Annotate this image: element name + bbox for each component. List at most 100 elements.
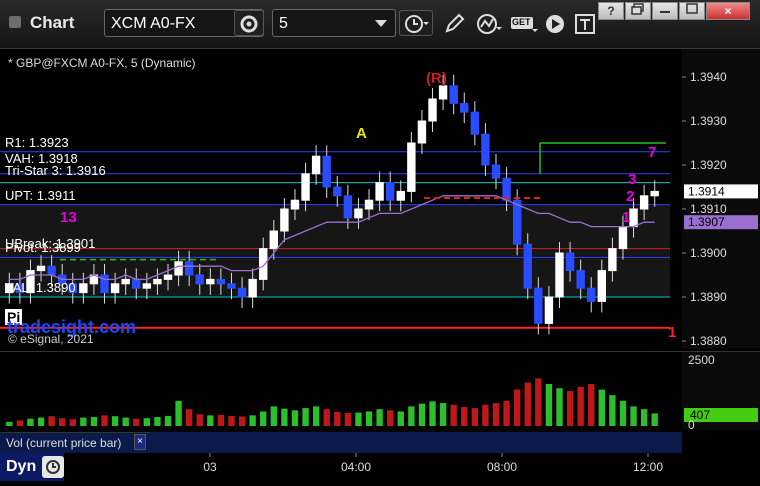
candle-body <box>481 133 490 166</box>
time-axis-label: 12:00 <box>633 460 663 474</box>
play-button[interactable] <box>540 10 568 36</box>
candle-body <box>428 98 437 122</box>
get-button[interactable]: GET <box>506 10 538 36</box>
candle-body <box>512 199 522 245</box>
candle-body <box>142 283 152 289</box>
minimize-button[interactable] <box>652 2 678 20</box>
candle-body <box>110 283 120 294</box>
minimize-icon <box>660 11 670 13</box>
candle-body <box>396 190 405 201</box>
volume-bar <box>376 409 383 426</box>
volume-bar <box>69 419 76 426</box>
maximize-button[interactable] <box>679 2 705 20</box>
volume-axis-max: 2500 <box>688 353 715 367</box>
volume-bar <box>344 413 352 426</box>
time-template-button[interactable] <box>399 10 433 36</box>
candle-body <box>333 186 342 197</box>
dynamic-mode-label: Dyn <box>6 458 37 475</box>
volume-current-tag: 407 <box>684 408 758 422</box>
volume-bar <box>397 411 404 426</box>
candle-body <box>206 278 215 285</box>
time-axis[interactable]: 03 04:00 08:00 12:00 <box>64 453 682 481</box>
candle-body <box>576 270 585 289</box>
candle-body <box>36 265 46 272</box>
volume-bar <box>27 418 34 426</box>
price-chart-pane[interactable]: (R) A 13 1 7 3 2 1 <box>0 49 683 349</box>
price-axis-label: 1.3940 <box>690 70 727 84</box>
help-button[interactable]: ? <box>598 2 624 20</box>
interval-select[interactable]: 5 <box>272 9 396 37</box>
volume-bar <box>566 391 574 426</box>
volume-bar <box>122 417 129 426</box>
time-axis-label: 03 <box>203 460 217 474</box>
volume-bar <box>450 404 457 426</box>
chart-scrollbar[interactable] <box>150 432 682 452</box>
candle-body <box>132 278 141 289</box>
gear-icon <box>240 15 258 33</box>
volume-bar <box>228 415 235 426</box>
candle-body <box>195 274 204 285</box>
candle-body <box>174 261 183 276</box>
volume-bar <box>16 420 24 426</box>
restore-icon <box>631 3 644 15</box>
close-study-button[interactable]: × <box>134 434 146 450</box>
chevron-down-icon[interactable] <box>375 20 387 27</box>
price-axis-label: 1.3890 <box>690 290 727 304</box>
candle-body <box>407 142 416 192</box>
time-axis-label: 04:00 <box>341 460 371 474</box>
candle-body <box>301 173 310 201</box>
volume-pane[interactable] <box>0 351 682 430</box>
text-tool-button[interactable] <box>570 10 598 36</box>
link-icon <box>46 460 60 474</box>
candle-body <box>227 283 236 289</box>
volume-bar <box>365 411 373 426</box>
price-axis-label: 1.3920 <box>690 158 727 172</box>
volume-bar <box>429 401 436 426</box>
studies-button[interactable] <box>472 10 504 36</box>
candle-body <box>280 208 289 232</box>
volume-bar <box>577 386 584 426</box>
candle-body <box>597 270 607 302</box>
level-label: VAL: 1.3890 <box>5 280 76 295</box>
volume-bar <box>80 417 87 426</box>
price-axis-label: 1.3930 <box>690 114 727 128</box>
restore-button[interactable] <box>625 2 651 20</box>
app-icon <box>9 16 21 28</box>
volume-bar <box>217 414 225 426</box>
volume-bar <box>535 378 542 426</box>
chart-annotation: 1 <box>668 324 676 341</box>
get-label: GET <box>512 17 531 27</box>
volume-bar <box>196 414 203 426</box>
volume-bar <box>281 408 288 426</box>
candle-body <box>311 155 321 175</box>
volume-bar <box>302 408 309 426</box>
price-axis-label: 1.3910 <box>690 202 727 216</box>
candle-body <box>438 85 448 100</box>
candle-body <box>650 190 659 197</box>
symbol-settings-button[interactable] <box>234 10 264 36</box>
pencil-icon <box>445 13 465 33</box>
volume-bar <box>640 409 648 426</box>
clock-icon <box>405 15 429 33</box>
candle-body <box>153 278 162 285</box>
candle-body <box>449 85 458 104</box>
app-title: Chart <box>30 13 75 32</box>
volume-bar <box>630 406 637 426</box>
symbol-description: * GBP@FXCM A0-FX, 5 (Dynamic) <box>8 56 196 70</box>
price-axis-label: 1.3900 <box>690 246 727 260</box>
draw-tool-button[interactable] <box>439 10 469 36</box>
candle-body <box>534 287 543 324</box>
volume-bar <box>207 415 214 426</box>
level-label: Tri-Star 3: 1.3916 <box>5 162 106 178</box>
volume-bar <box>185 409 193 426</box>
price-chart[interactable]: (R) A 13 1 732 1 <box>0 49 682 349</box>
volume-bar <box>48 416 55 426</box>
dynamic-toggle-button[interactable] <box>42 456 64 478</box>
price-axis-label: 1.3880 <box>690 334 727 348</box>
candle-body <box>237 287 247 298</box>
volume-bar <box>418 403 426 426</box>
candle-body <box>375 182 384 201</box>
price-axis[interactable]: 1.3940 1.3930 1.3920 1.3910 1.3900 1.3890 1.38… <box>682 49 760 349</box>
close-button[interactable]: × <box>706 2 750 20</box>
close-icon: × <box>724 4 732 18</box>
